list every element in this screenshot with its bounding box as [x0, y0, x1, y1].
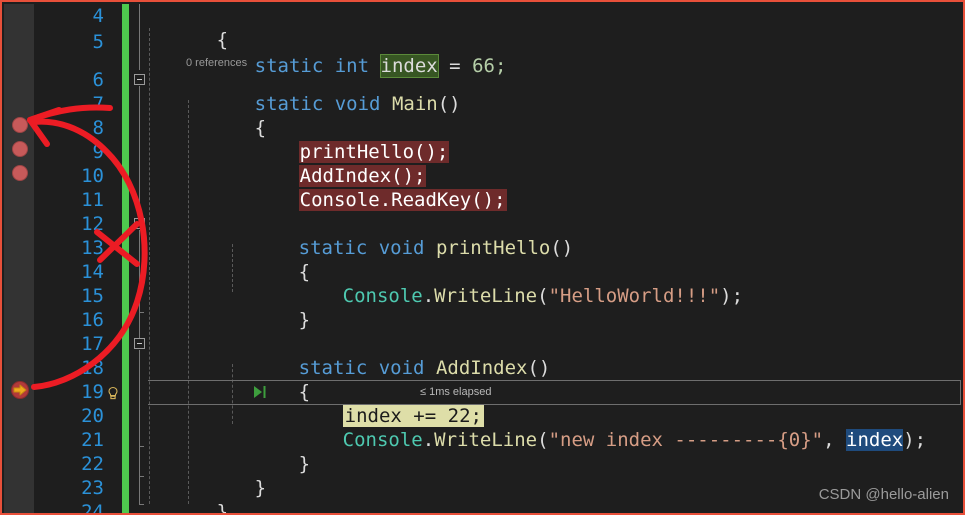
line-number: 14	[81, 261, 104, 283]
breakpoint-dot-line-10[interactable]	[12, 165, 28, 181]
code-line-17: static void AddIndex()	[230, 332, 551, 379]
code-line-18: {	[230, 356, 310, 403]
lightbulb-icon[interactable]	[106, 385, 120, 400]
token-keyword-void: void	[334, 93, 381, 115]
token-parens: ()	[527, 357, 551, 379]
token-brace: }	[216, 501, 229, 515]
line-number: 12	[81, 213, 104, 235]
line-number: 5	[92, 31, 104, 53]
token-brace: }	[298, 309, 311, 331]
token-string-new-index: "new index ---------{0}"	[548, 429, 824, 451]
token-parens: ()	[550, 237, 574, 259]
code-line-9: AddIndex();	[230, 140, 427, 187]
fold-collapse-box-line-17[interactable]	[134, 338, 145, 349]
token-type-console: Console	[342, 429, 423, 451]
token-number-66: 66	[472, 55, 495, 77]
line-number: 17	[81, 333, 104, 355]
current-statement-arrow-icon[interactable]	[11, 381, 29, 399]
line-number: 9	[92, 141, 104, 163]
breakpoint-gutter[interactable]	[4, 4, 34, 513]
code-line-5: static int index = 66;	[186, 30, 506, 78]
line-number: 23	[81, 477, 104, 499]
token-close-paren-semi: );	[720, 285, 744, 307]
code-line-12: static void printHello()	[230, 212, 574, 259]
line-number: 11	[81, 189, 104, 211]
token-open-paren: (	[537, 429, 549, 451]
token-dot: .	[422, 285, 435, 307]
code-line-23: }	[148, 476, 228, 513]
token-semicolon: ;	[494, 55, 507, 77]
token-method-printhello: printHello	[435, 237, 551, 259]
elapsed-time-badge: ≤ 1ms elapsed	[420, 386, 492, 398]
line-number: 19	[81, 381, 104, 403]
token-brace: }	[298, 453, 311, 475]
token-keyword-void: void	[378, 357, 425, 379]
line-number: 16	[81, 309, 104, 331]
token-dot: .	[422, 429, 435, 451]
code-line-13: {	[230, 236, 310, 283]
current-execution-line-box	[148, 380, 961, 405]
line-number: 8	[92, 117, 104, 139]
token-parens: ()	[437, 93, 461, 115]
token-close-paren-semi: );	[903, 429, 927, 451]
breakpoint-highlight-line-10: Console.ReadKey();	[298, 189, 507, 211]
token-method-writeline: WriteLine	[434, 429, 538, 451]
code-line-7: {	[186, 92, 266, 139]
fold-collapse-box-line-6[interactable]	[134, 74, 145, 85]
fold-collapse-box-line-12[interactable]	[134, 218, 145, 229]
token-open-paren: (	[537, 285, 549, 307]
token-method-addindex: AddIndex	[435, 357, 528, 379]
watermark-text: CSDN @hello-alien	[818, 486, 949, 503]
code-line-21: }	[230, 428, 310, 475]
line-number: 21	[81, 429, 104, 451]
token-brace: }	[254, 477, 267, 499]
breakpoint-dot-line-9[interactable]	[12, 141, 28, 157]
code-editor-window: 4 5 6 7 8 9 10 11 12 13 14 15 16 17 18 1…	[0, 0, 965, 515]
document-change-bar	[122, 4, 129, 513]
code-text-area[interactable]: { static int index = 66; 0 references st…	[148, 4, 961, 513]
line-number: 15	[81, 285, 104, 307]
line-number: 24	[81, 501, 104, 515]
line-number: 4	[92, 5, 104, 27]
code-line-15: }	[230, 284, 310, 331]
line-number: 20	[81, 405, 104, 427]
token-type-console: Console	[342, 285, 423, 307]
step-into-arrow-icon[interactable]	[252, 382, 268, 402]
code-line-4: {	[148, 4, 228, 51]
breakpoint-dot-line-8[interactable]	[12, 117, 28, 133]
code-line-6: static void Main()	[186, 68, 461, 115]
code-line-14: Console.WriteLine("HelloWorld!!!");	[274, 260, 743, 307]
line-number: 22	[81, 453, 104, 475]
token-method-main: Main	[391, 93, 438, 115]
code-line-20: Console.WriteLine("new index ---------{0…	[274, 404, 926, 451]
line-number: 10	[81, 165, 104, 187]
outlining-fold-margin[interactable]	[132, 4, 148, 513]
token-string-helloworld: "HelloWorld!!!"	[548, 285, 721, 307]
line-number: 6	[92, 69, 104, 91]
token-comma: ,	[823, 429, 847, 451]
code-line-22: }	[186, 452, 266, 499]
code-line-8: printHello();	[230, 116, 450, 163]
token-keyword-void: void	[378, 237, 425, 259]
line-number: 13	[81, 237, 104, 259]
token-method-writeline: WriteLine	[434, 285, 538, 307]
code-line-10: Console.ReadKey();	[230, 164, 507, 211]
line-number: 7	[92, 93, 104, 115]
selection-highlight-index[interactable]: index	[846, 429, 904, 451]
line-number: 18	[81, 357, 104, 379]
line-number-gutter: 4 5 6 7 8 9 10 11 12 13 14 15 16 17 18 1…	[34, 4, 120, 515]
